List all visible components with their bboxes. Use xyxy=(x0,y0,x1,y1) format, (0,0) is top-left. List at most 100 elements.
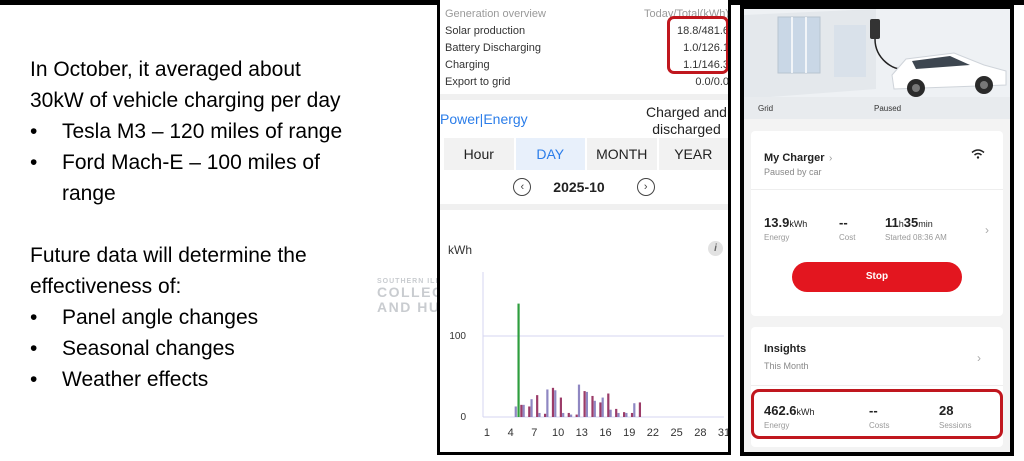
slide-paragraph: 30kW of vehicle charging per day xyxy=(30,89,341,112)
stat-value: 11 xyxy=(885,215,899,230)
stat-value: 35 xyxy=(903,215,919,230)
watermark-line: COLLEC xyxy=(377,284,444,300)
highlight-box xyxy=(751,389,1003,439)
chevron-right-icon: › xyxy=(828,153,833,164)
bar xyxy=(522,404,525,417)
tab-hour[interactable]: Hour xyxy=(444,138,514,170)
tab-month[interactable]: MONTH xyxy=(587,138,657,170)
list-item: Panel angle changes xyxy=(30,302,390,333)
date-label: 2025-10 xyxy=(553,179,605,195)
house-car-illustration xyxy=(744,9,1010,119)
date-navigator: ‹ 2025-10 › xyxy=(440,176,728,198)
future-data-list: Panel angle changes Seasonal changes Wea… xyxy=(30,302,390,395)
bar xyxy=(617,412,620,417)
energy-app-screen: Generation overview Today/Total(kWh) Sol… xyxy=(437,0,731,455)
chart-y-unit: kWh xyxy=(448,243,472,257)
bar xyxy=(623,412,626,417)
stat-label: Cost xyxy=(839,233,856,242)
paused-label: Paused xyxy=(874,104,902,113)
bar xyxy=(615,408,618,417)
stop-button[interactable]: Stop xyxy=(792,262,962,292)
chevron-right-icon[interactable]: › xyxy=(977,351,981,365)
bar xyxy=(585,391,588,417)
bar xyxy=(569,414,573,417)
x-tick-label: 16 xyxy=(599,427,611,439)
bar xyxy=(567,412,570,417)
tab-charged-discharged[interactable]: Charged and discharged xyxy=(645,104,728,138)
insights-period: This Month xyxy=(764,361,809,371)
bar xyxy=(583,391,586,417)
row-label: Export to grid xyxy=(445,76,511,88)
bar xyxy=(575,414,578,417)
bar xyxy=(638,402,642,417)
bar xyxy=(520,404,523,417)
daily-energy-chart: 0 100 1 4 7 10 13 16 19 22 25 28 31 xyxy=(449,272,728,439)
bar xyxy=(633,403,636,417)
period-tabs: Hour DAY MONTH YEAR xyxy=(444,138,728,170)
charger-title: My Charger xyxy=(764,152,825,164)
session-energy-stat: 13.9kWh Energy xyxy=(764,215,807,242)
chevron-right-icon[interactable]: › xyxy=(985,223,989,237)
bar xyxy=(546,389,549,417)
row-value: 0.0/0.0 xyxy=(695,76,729,88)
tab-label-line: discharged xyxy=(652,121,721,137)
header-label: Generation overview xyxy=(445,8,546,20)
row-label: Solar production xyxy=(445,25,526,37)
stat-value: -- xyxy=(839,215,848,230)
row-label: Battery Discharging xyxy=(445,42,541,54)
x-tick-label: 28 xyxy=(694,427,706,439)
x-tick-label: 22 xyxy=(647,427,659,439)
grid-label: Grid xyxy=(758,104,774,113)
bar xyxy=(609,409,612,417)
chevron-left-icon[interactable]: ‹ xyxy=(513,178,532,196)
bar xyxy=(554,390,557,417)
bar xyxy=(625,412,628,417)
bar xyxy=(551,387,555,417)
bar xyxy=(514,406,517,417)
bar xyxy=(562,412,565,417)
list-item-continuation: range xyxy=(30,178,390,209)
slide-paragraph: effectiveness of: xyxy=(30,275,182,298)
bar xyxy=(543,413,547,417)
x-tick-label: 1 xyxy=(484,427,490,439)
highlight-box xyxy=(667,16,728,74)
x-tick-label: 4 xyxy=(508,427,514,439)
session-duration-stat: 11h35min Started 08:36 AM xyxy=(885,215,947,242)
bar xyxy=(607,393,610,417)
chevron-right-icon[interactable]: › xyxy=(636,178,655,196)
list-item: Weather effects xyxy=(30,364,390,395)
watermark: SOUTHERN ILL COLLEC AND HU xyxy=(377,278,444,315)
slide-text: In October, it averaged about 30kW of ve… xyxy=(30,54,390,395)
charger-app-screen: Grid Paused My Charger › Paused by car 1… xyxy=(740,5,1014,456)
bar xyxy=(528,406,531,417)
tab-day[interactable]: DAY xyxy=(515,138,585,170)
x-tick-label: 10 xyxy=(552,427,564,439)
slide-paragraph: In October, it averaged about xyxy=(30,58,301,81)
bar xyxy=(538,412,541,417)
x-tick-label: 7 xyxy=(531,427,537,439)
list-item-text: range xyxy=(62,182,116,205)
list-item: Ford Mach-E – 100 miles of xyxy=(30,147,390,178)
stat-unit: kWh xyxy=(789,219,808,229)
watermark-line: AND HU xyxy=(377,299,441,315)
tab-power-energy[interactable]: Power|Energy xyxy=(440,111,528,127)
divider xyxy=(440,94,728,100)
charger-title-link[interactable]: My Charger › xyxy=(764,148,832,166)
y-tick-label: 100 xyxy=(449,331,466,342)
divider xyxy=(440,204,728,210)
x-tick-label: 25 xyxy=(671,427,683,439)
tab-label-line: Charged and xyxy=(646,104,727,120)
list-item: Seasonal changes xyxy=(30,333,390,364)
session-cost-stat: -- Cost xyxy=(839,215,855,242)
info-icon[interactable]: i xyxy=(708,241,723,256)
tab-year[interactable]: YEAR xyxy=(658,138,728,170)
bar xyxy=(591,395,594,417)
stat-label: Energy xyxy=(764,233,790,242)
charger-illustration: Grid Paused xyxy=(744,9,1010,119)
list-item: Tesla M3 – 120 miles of range xyxy=(30,116,390,147)
charger-status: Paused by car xyxy=(764,167,822,177)
bar xyxy=(593,400,596,417)
vehicle-range-list: Tesla M3 – 120 miles of range Ford Mach-… xyxy=(30,116,390,209)
x-tick-label: 19 xyxy=(623,427,635,439)
bar xyxy=(599,402,602,417)
